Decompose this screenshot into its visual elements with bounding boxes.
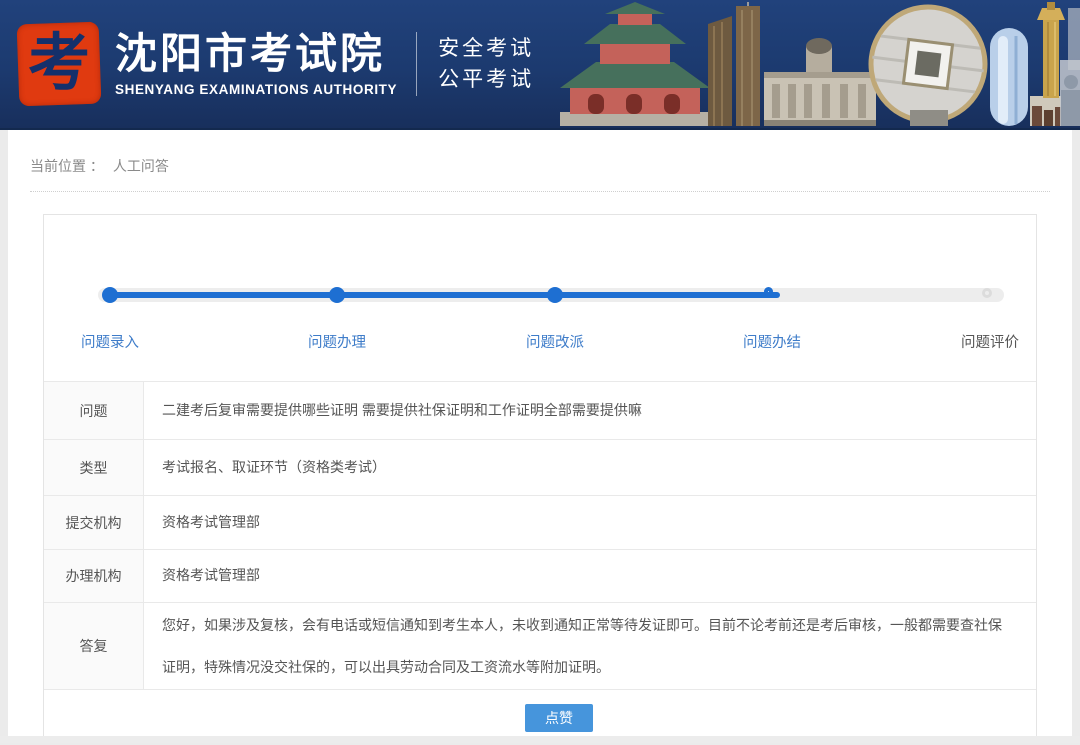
content-area: 当前位置 ： 人工问答 问题录入 问题办理 问题改派 问题办结 问题评价 问题 二… [8,130,1072,736]
field-value: 资格考试管理部 [162,513,260,530]
landmarks-illustration [560,2,1080,126]
step-dot-reassign [547,287,563,303]
site-subtitle: SHENYANG EXAMINATIONS AUTHORITY [115,82,398,98]
field-value: 考试报名、取证环节（资格类考试） [162,458,386,475]
field-row-type: 类型 考试报名、取证环节（资格类考试） [44,439,1036,495]
breadcrumb: 当前位置 ： 人工问答 [8,130,1072,176]
skyscraper-icon [708,2,760,126]
site-tagline: 安全考试 公平考试 [438,33,534,95]
field-row-reply: 答复 您好，如果涉及复核，会有电话或短信通知到考生本人，未收到通知正常等待发证即… [44,602,1036,689]
step-dot-closed [764,287,773,296]
stepper-progress-line [104,292,780,298]
field-value: 您好，如果涉及复核，会有电话或短信通知到考生本人，未收到通知正常等待发证即可。目… [162,617,1002,675]
step-label-closed: 问题办结 [743,335,801,351]
step-dot-handling [329,287,345,303]
field-row-submit-org: 提交机构 资格考试管理部 [44,495,1036,549]
field-row-handle-org: 办理机构 资格考试管理部 [44,549,1036,602]
progress-stepper: 问题录入 问题办理 问题改派 问题办结 问题评价 [44,215,1036,381]
field-value: 资格考试管理部 [162,567,260,584]
site-header: 考 沈阳市考试院 SHENYANG EXAMINATIONS AUTHORITY… [0,0,1080,130]
glass-tower-icon [990,28,1028,126]
site-title: 沈阳市考试院 [115,29,386,77]
stepper-track [98,287,1004,303]
tagline-line-2: 公平考试 [438,68,535,91]
field-label: 办理机构 [44,550,144,602]
field-value: 二建考后复审需要提供哪些证明 需要提供社保证明和工作证明全部需要提供嘛 [162,401,642,418]
step-dot-evaluation [982,288,992,298]
stepper-labels: 问题录入 问题办理 问题改派 问题办结 问题评价 [81,331,1019,351]
step-label-entry: 问题录入 [81,335,139,351]
classical-building-icon [764,38,876,126]
field-label: 答复 [44,603,144,689]
coin-building-icon [868,4,988,124]
statue-icon [1060,8,1080,126]
step-label-handling: 问题办理 [308,335,366,351]
qa-detail-panel: 问题录入 问题办理 问题改派 问题办结 问题评价 问题 二建考后复审需要提供哪些… [43,214,1037,736]
header-divider [416,32,418,96]
bottom-strip [0,736,1080,743]
monument-icon [1030,2,1073,126]
action-row: 点赞 [44,689,1036,736]
field-label: 类型 [44,440,144,495]
site-title-block: 沈阳市考试院 SHENYANG EXAMINATIONS AUTHORITY [115,29,398,98]
breadcrumb-separator [30,191,1050,192]
breadcrumb-prefix: 当前位置 ： [30,158,104,174]
seal-character: 考 [27,29,90,99]
field-label: 提交机构 [44,496,144,549]
field-label: 问题 [44,382,144,439]
step-dot-entry [102,287,118,303]
field-row-question: 问题 二建考后复审需要提供哪些证明 需要提供社保证明和工作证明全部需要提供嘛 [44,381,1036,439]
tagline-line-1: 安全考试 [438,37,535,60]
step-label-evaluation: 问题评价 [961,335,1019,351]
breadcrumb-current: 人工问答 [112,158,169,174]
page-body: 当前位置 ： 人工问答 问题录入 问题办理 问题改派 问题办结 问题评价 问题 二… [0,130,1080,736]
like-button[interactable]: 点赞 [525,703,593,732]
pagoda-icon [560,2,710,126]
step-label-reassign: 问题改派 [526,335,584,351]
site-seal-logo-icon: 考 [16,21,102,107]
